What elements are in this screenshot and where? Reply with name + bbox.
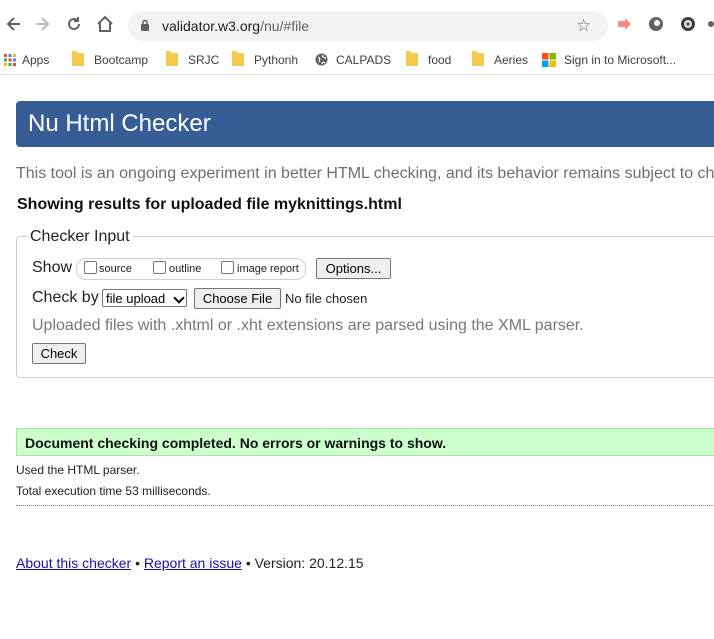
check-by-selected-value: file upload [106,291,166,306]
home-icon[interactable] [95,14,115,34]
bookmark-food[interactable]: food [406,50,451,70]
check-button[interactable]: Check [32,343,86,364]
bookmark-srjc[interactable]: SRJC [166,50,219,70]
fieldset-legend: Checker Input [27,228,133,246]
reload-icon[interactable] [64,14,84,34]
bookmark-label: Bootcamp [94,53,149,67]
results-heading: Showing results for uploaded file myknit… [17,196,402,213]
footer: About this checker • Report an issue • V… [16,555,364,571]
bookmark-microsoft[interactable]: Sign in to Microsoft... [542,50,676,70]
folder-icon [472,51,484,66]
folder-icon [406,51,418,66]
results-divider [16,505,714,506]
bookmark-label: CALPADS [336,53,392,67]
intro-text: This tool is an ongoing experiment in be… [16,165,714,182]
choose-file-button[interactable]: Choose File [194,288,281,309]
options-button[interactable]: Options... [316,258,391,279]
bookmark-label: SRJC [188,53,220,67]
source-checkbox[interactable] [84,261,97,274]
version-text: Version: 20.12.15 [254,555,364,571]
address-bar[interactable]: validator.w3.org/nu/#file ☆ [128,11,608,41]
report-issue-link[interactable]: Report an issue [144,555,242,571]
bookmark-calpads[interactable]: CALPADS [315,50,391,70]
execution-time: Total execution time 53 milliseconds. [16,484,211,498]
bookmark-label: Aeries [494,53,529,67]
image-report-checkbox[interactable] [221,261,234,274]
no-file-chosen-text: No file chosen [285,291,368,306]
chevron-down-icon [173,292,185,304]
bookmark-label: Pythonh [254,53,299,67]
footer-separator: • [135,555,140,571]
about-checker-link[interactable]: About this checker [16,555,131,571]
parser-note: Used the HTML parser. [16,463,140,477]
show-label: Show [32,259,73,276]
folder-icon [166,51,178,66]
check-by-label: Check by [32,289,99,306]
bookmark-star-icon[interactable]: ☆ [576,16,591,36]
outline-checkbox-label: outline [169,263,202,275]
bookmarks-bar: Apps Bootcamp SRJC Pythonh CALPADS food … [0,46,714,75]
apps-grid-icon [4,54,16,66]
extension-film-icon[interactable] [680,16,696,32]
xml-parser-hint: Uploaded files with .xhtml or .xht exten… [32,317,584,334]
image-report-checkbox-label: image report [237,263,299,275]
bookmark-apps[interactable]: Apps [4,50,49,70]
microsoft-icon [542,53,556,67]
check-by-select[interactable]: file upload [102,289,187,307]
bookmark-label: food [428,53,452,67]
success-message: Document checking completed. No errors o… [25,435,447,451]
page-header: Nu Html Checker [16,101,714,147]
back-arrow-icon[interactable] [4,14,24,34]
url-text: validator.w3.org/nu/#file [162,18,310,34]
bookmark-pythonh[interactable]: Pythonh [232,50,298,70]
folder-icon [232,51,244,66]
footer-separator: • [245,555,251,571]
bookmark-label: Apps [22,53,50,67]
globe-icon [315,53,328,66]
outline-checkbox[interactable] [153,261,166,274]
browser-toolbar: validator.w3.org/nu/#file ☆ [0,0,714,46]
folder-icon [72,51,84,66]
bookmark-aeries[interactable]: Aeries [472,50,528,70]
bookmark-label: Sign in to Microsoft... [564,53,677,67]
lock-icon [141,19,149,31]
extension-overflow-icon[interactable] [708,16,714,32]
source-checkbox-label: source [99,263,133,275]
page-title: Nu Html Checker [28,110,211,137]
forward-arrow-icon[interactable] [32,14,52,34]
extension-arrow-icon[interactable] [616,16,632,32]
bookmark-bootcamp[interactable]: Bootcamp [72,50,148,70]
extension-circle-icon[interactable] [648,16,664,32]
success-message-box: Document checking completed. No errors o… [16,428,714,456]
